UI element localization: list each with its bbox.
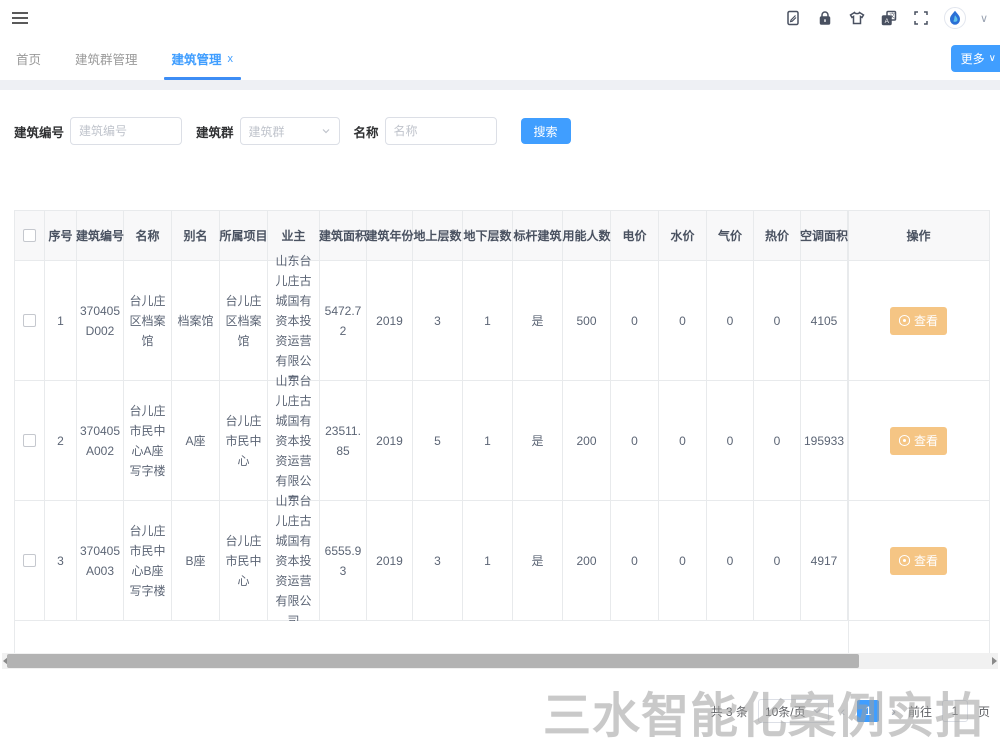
page-size-select[interactable]: 10条/页 xyxy=(758,699,829,723)
scrollbar-thumb[interactable] xyxy=(7,654,859,668)
name-label: 名称 xyxy=(354,122,379,141)
select-all-checkbox[interactable] xyxy=(23,229,36,242)
chevron-down-icon xyxy=(812,706,822,716)
document-edit-icon[interactable] xyxy=(784,9,802,27)
col-header: 水价 xyxy=(659,211,707,261)
eye-icon xyxy=(899,435,910,446)
name-input[interactable] xyxy=(385,117,497,145)
col-header: 名称 xyxy=(124,211,172,261)
building-no-input[interactable] xyxy=(70,117,182,145)
col-header: 标杆建筑 xyxy=(513,211,563,261)
buildings-table: 序号 建筑编号 名称 别名 所属项目 业主 建筑面积 建筑年份 地上层数 地下层… xyxy=(14,210,990,653)
eye-icon xyxy=(899,555,910,566)
menu-toggle-icon[interactable] xyxy=(12,12,28,24)
chevron-down-icon xyxy=(321,126,331,136)
more-button[interactable]: 更多 ∨ xyxy=(951,45,1000,72)
tab-building-manage[interactable]: 建筑管理 x xyxy=(164,49,242,80)
top-navbar: A文 ∨ xyxy=(0,0,1000,36)
goto-page-input[interactable] xyxy=(942,700,968,722)
select-all-cell xyxy=(15,211,45,261)
table-row: 3 370405A003 台儿庄市民中心B座写字楼 B座 台儿庄市民中心 山东台… xyxy=(15,501,989,621)
building-no-label: 建筑编号 xyxy=(14,122,64,141)
total-count: 共 3 条 xyxy=(711,703,748,720)
fixed-column-divider xyxy=(848,211,849,653)
col-header-action: 操作 xyxy=(848,211,989,261)
col-header: 建筑面积 xyxy=(320,211,367,261)
col-header: 地下层数 xyxy=(463,211,513,261)
page-number-button[interactable]: 1 xyxy=(857,700,879,722)
building-group-select[interactable]: 建筑群 xyxy=(240,117,340,145)
row-checkbox[interactable] xyxy=(23,314,36,327)
eye-icon xyxy=(899,315,910,326)
table-body: 1 370405D002 台儿庄区档案馆 档案馆 台儿庄区档案馆 山东台儿庄古城… xyxy=(15,261,989,621)
tab-home[interactable]: 首页 xyxy=(8,49,49,80)
col-header: 电价 xyxy=(611,211,659,261)
col-header: 所属项目 xyxy=(220,211,268,261)
app-logo[interactable] xyxy=(944,7,966,29)
col-header: 别名 xyxy=(172,211,220,261)
translate-icon[interactable]: A文 xyxy=(880,9,898,27)
page-unit-label: 页 xyxy=(978,703,990,720)
search-button[interactable]: 搜索 xyxy=(521,118,571,144)
tab-bar: 首页 建筑群管理 建筑管理 x 更多 ∨ xyxy=(0,36,1000,80)
prev-page-button[interactable]: ‹ xyxy=(839,703,848,719)
table-empty-space xyxy=(15,621,989,653)
view-button[interactable]: 查看 xyxy=(890,547,947,575)
goto-label: 前往 xyxy=(908,703,932,720)
view-button[interactable]: 查看 xyxy=(890,427,947,455)
theme-shirt-icon[interactable] xyxy=(848,9,866,27)
tab-building-group[interactable]: 建筑群管理 xyxy=(67,49,146,80)
svg-text:文: 文 xyxy=(889,12,895,20)
fullscreen-icon[interactable] xyxy=(912,9,930,27)
col-header: 热价 xyxy=(754,211,801,261)
horizontal-scrollbar[interactable] xyxy=(2,653,998,669)
table-row: 2 370405A002 台儿庄市民中心A座写字楼 A座 台儿庄市民中心 山东台… xyxy=(15,381,989,501)
pagination: 共 3 条 10条/页 ‹ 1 › 前往 页 xyxy=(0,699,990,723)
col-header: 地上层数 xyxy=(413,211,463,261)
close-tab-icon[interactable]: x xyxy=(228,53,234,65)
col-header: 空调面积 xyxy=(801,211,848,261)
next-page-button[interactable]: › xyxy=(889,703,898,719)
content-divider xyxy=(0,80,1000,90)
building-group-label: 建筑群 xyxy=(196,122,234,141)
chevron-down-icon[interactable]: ∨ xyxy=(980,12,988,25)
view-button[interactable]: 查看 xyxy=(890,307,947,335)
col-header: 建筑编号 xyxy=(77,211,124,261)
lock-icon[interactable] xyxy=(816,9,834,27)
col-header: 建筑年份 xyxy=(367,211,413,261)
scroll-right-arrow-icon[interactable] xyxy=(992,657,997,665)
col-header: 用能人数 xyxy=(563,211,611,261)
col-header: 序号 xyxy=(45,211,77,261)
table-row: 1 370405D002 台儿庄区档案馆 档案馆 台儿庄区档案馆 山东台儿庄古城… xyxy=(15,261,989,381)
col-header: 气价 xyxy=(707,211,754,261)
chevron-down-icon: ∨ xyxy=(989,53,996,64)
table-header-row: 序号 建筑编号 名称 别名 所属项目 业主 建筑面积 建筑年份 地上层数 地下层… xyxy=(15,211,989,261)
row-checkbox[interactable] xyxy=(23,434,36,447)
search-toolbar: 建筑编号 建筑群 建筑群 名称 搜索 xyxy=(0,90,1000,145)
row-checkbox[interactable] xyxy=(23,554,36,567)
